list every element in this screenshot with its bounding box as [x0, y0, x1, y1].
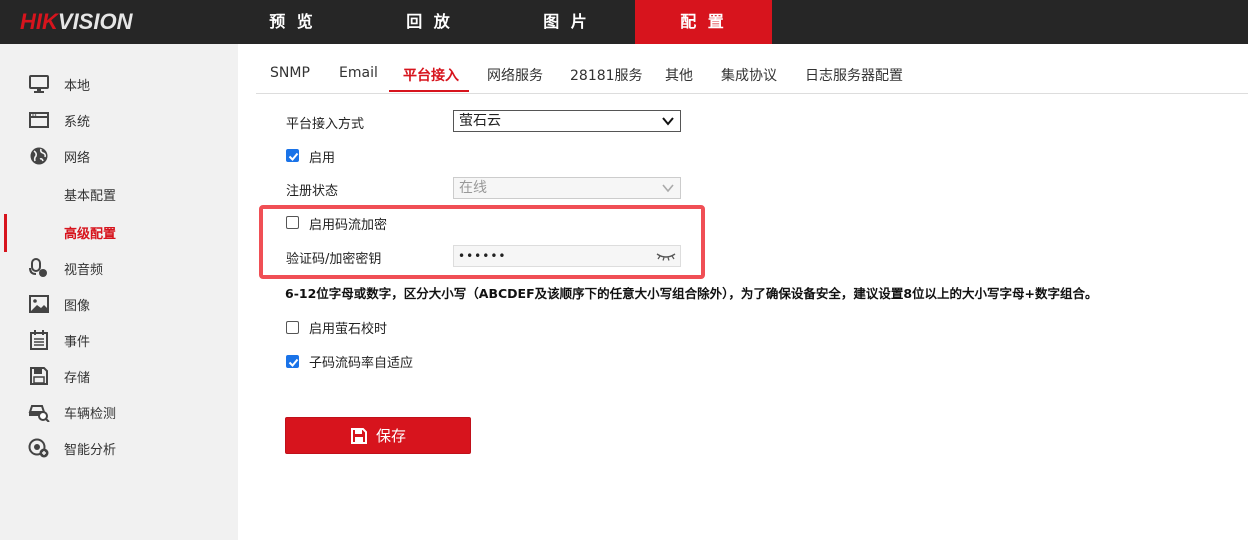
save-button-label: 保存: [375, 427, 406, 445]
tab-28181-service[interactable]: 28181服务: [570, 65, 643, 85]
tab-integration-protocol[interactable]: 集成协议: [721, 65, 777, 85]
access-mode-select[interactable]: 萤石云: [453, 110, 681, 132]
tab-network-service[interactable]: 网络服务: [487, 65, 543, 85]
active-tab-indicator: [389, 90, 469, 92]
tab-snmp[interactable]: SNMP: [270, 65, 310, 81]
reg-status-label: 注册状态: [286, 184, 339, 199]
nav-preview[interactable]: 预 览: [224, 0, 361, 44]
ezviz-time-label: 启用萤石校时: [309, 322, 388, 337]
enable-label: 启用: [309, 151, 336, 166]
system-window-icon: [28, 110, 50, 130]
sidebar-item-label: 本地: [64, 78, 91, 94]
reg-status-select: 在线: [453, 177, 681, 199]
sidebar-item-vehicle-detection[interactable]: 车辆检测: [0, 394, 238, 430]
sidebar-item-video-audio[interactable]: 视音频: [0, 250, 238, 286]
save-button[interactable]: 保存: [285, 417, 471, 454]
video-audio-icon: [28, 258, 50, 278]
sidebar: 本地 系统 网络 基本配置 高级配置 视音频 图像 事件 存储 车辆检测 智能分…: [0, 44, 238, 540]
chevron-down-icon: [662, 184, 674, 193]
image-icon: [28, 294, 50, 314]
top-nav: 预 览 回 放 图 片 配 置: [224, 0, 772, 44]
nav-configuration[interactable]: 配 置: [635, 0, 772, 44]
sidebar-item-label: 事件: [64, 334, 91, 350]
sidebar-item-label: 智能分析: [64, 442, 117, 458]
floppy-icon: [28, 366, 50, 386]
floppy-icon: [350, 427, 367, 444]
sidebar-item-label: 基本配置: [64, 188, 117, 204]
sidebar-item-smart-analysis[interactable]: 智能分析: [0, 430, 238, 466]
sidebar-item-system[interactable]: 系统: [0, 102, 238, 138]
verify-code-value: ••••••: [458, 249, 507, 263]
access-mode-value: 萤石云: [459, 113, 501, 129]
nav-picture[interactable]: 图 片: [498, 0, 635, 44]
verify-code-label: 验证码/加密密钥: [286, 252, 382, 267]
tab-platform-access[interactable]: 平台接入: [403, 65, 459, 85]
sidebar-item-advanced-config[interactable]: 高级配置: [0, 214, 238, 252]
sidebar-item-label: 车辆检测: [64, 406, 117, 422]
sidebar-item-image[interactable]: 图像: [0, 286, 238, 322]
hikvision-logo: HIKVISION: [20, 9, 133, 34]
tab-email[interactable]: Email: [339, 65, 378, 81]
ezviz-time-checkbox[interactable]: [286, 321, 299, 334]
sidebar-item-basic-config[interactable]: 基本配置: [0, 176, 238, 212]
enable-checkbox[interactable]: [286, 149, 299, 162]
stream-encrypt-label: 启用码流加密: [309, 218, 388, 233]
smart-analysis-icon: [28, 438, 50, 458]
password-hint: 6-12位字母或数字，区分大小写（ABCDEF及该顺序下的任意大小写组合除外），…: [285, 286, 1098, 301]
sidebar-item-network[interactable]: 网络: [0, 138, 238, 174]
sidebar-item-label: 图像: [64, 298, 91, 314]
reg-status-value: 在线: [459, 180, 487, 196]
sidebar-item-event[interactable]: 事件: [0, 322, 238, 358]
substream-adaptive-label: 子码流码率自适应: [309, 356, 414, 371]
tab-other[interactable]: 其他: [665, 65, 693, 85]
sidebar-item-label: 存储: [64, 370, 91, 386]
eye-closed-icon[interactable]: [656, 251, 676, 261]
nav-playback[interactable]: 回 放: [361, 0, 498, 44]
sidebar-item-storage[interactable]: 存储: [0, 358, 238, 394]
sidebar-item-label: 系统: [64, 114, 91, 130]
config-tabs: SNMP Email 平台接入 网络服务 28181服务 其他 集成协议 日志服…: [256, 58, 1248, 94]
check-icon: [288, 152, 299, 161]
top-bar: HIKVISION 预 览 回 放 图 片 配 置: [0, 0, 1248, 44]
sidebar-item-local[interactable]: 本地: [0, 66, 238, 102]
sidebar-item-label: 高级配置: [64, 226, 117, 242]
substream-adaptive-checkbox[interactable]: [286, 355, 299, 368]
monitor-icon: [28, 74, 50, 94]
chevron-down-icon: [662, 117, 674, 126]
verify-code-input[interactable]: ••••••: [453, 245, 681, 267]
calendar-icon: [28, 330, 50, 350]
access-mode-label: 平台接入方式: [286, 117, 365, 132]
sidebar-item-label: 网络: [64, 150, 91, 166]
globe-icon: [28, 146, 50, 166]
stream-encrypt-checkbox[interactable]: [286, 216, 299, 229]
sidebar-item-label: 视音频: [64, 262, 104, 278]
vehicle-detect-icon: [28, 402, 50, 423]
tab-log-server-config[interactable]: 日志服务器配置: [805, 65, 903, 85]
check-icon: [288, 358, 299, 367]
